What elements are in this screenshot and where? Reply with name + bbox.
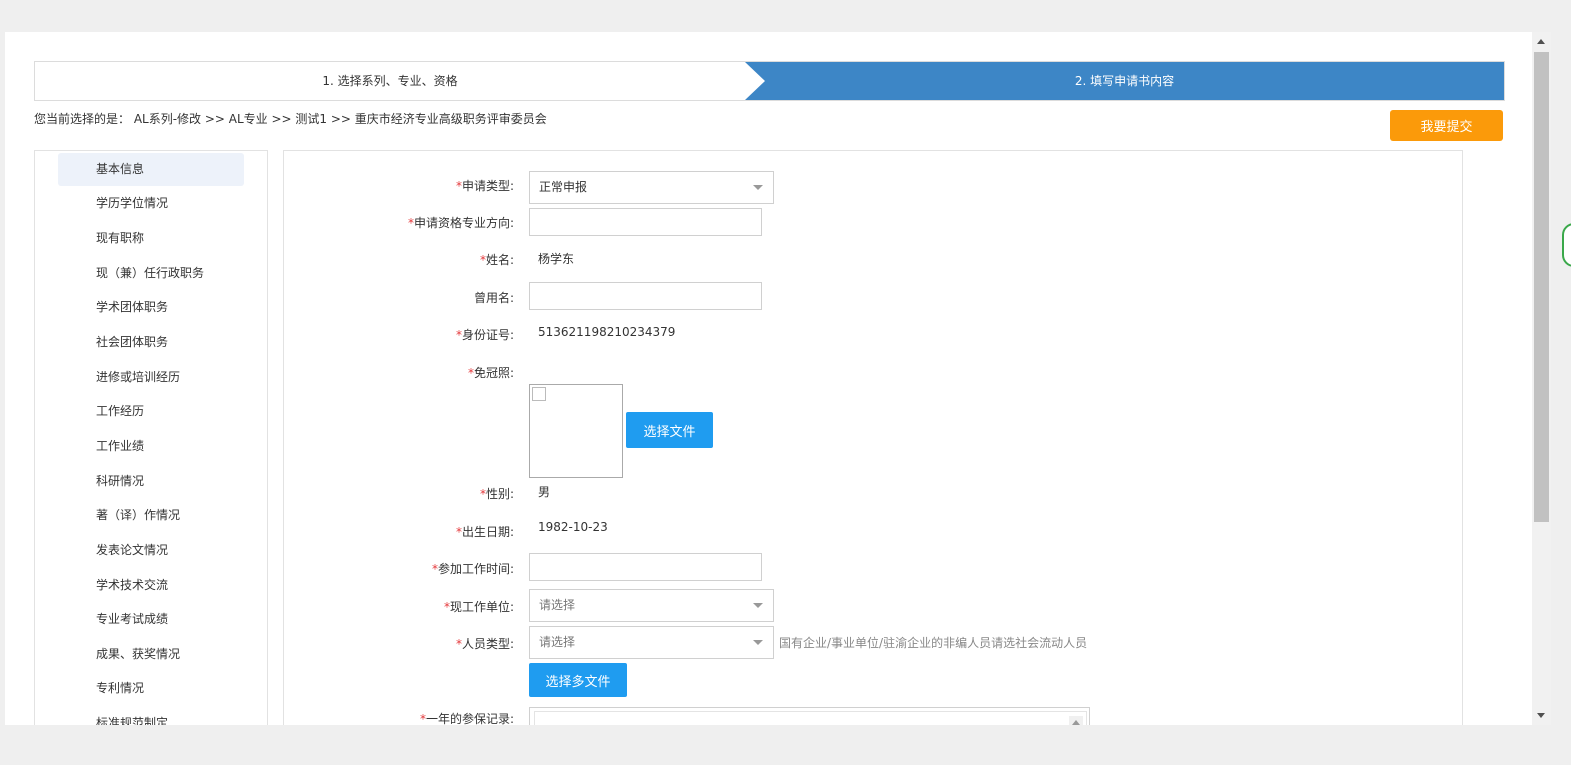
- page: 1. 选择系列、专业、资格 2. 填写申请书内容 您当前选择的是： AL系列-修…: [5, 32, 1532, 725]
- sidebar-item-social-org[interactable]: 社会团体职务: [58, 326, 244, 359]
- work-start-label: *参加工作时间:: [431, 562, 514, 576]
- sidebar-item-current-title[interactable]: 现有职称: [58, 222, 244, 255]
- textarea-inner: [534, 711, 1087, 725]
- sidebar-item-training[interactable]: 进修或培训经历: [58, 361, 244, 394]
- insurance-record-textarea[interactable]: [529, 707, 1090, 725]
- sidebar-item-academic-org[interactable]: 学术团体职务: [58, 291, 244, 324]
- employer-placeholder: 请选择: [539, 598, 576, 612]
- id-number-label: *身份证号:: [455, 328, 514, 342]
- sidebar-item-admin-position[interactable]: 现（兼）任行政职务: [58, 257, 244, 290]
- birth-date-label: *出生日期:: [455, 525, 514, 539]
- sidebar-item-work-achievements[interactable]: 工作业绩: [58, 430, 244, 463]
- id-number-value: 513621198210234379: [538, 325, 676, 339]
- sidebar-item-exchange[interactable]: 学术技术交流: [58, 569, 244, 602]
- scroll-down-arrow-icon[interactable]: [1532, 707, 1551, 725]
- floating-widget-icon[interactable]: [1562, 223, 1571, 267]
- basic-info-form: *申请类型: 正常申报 *申请资格专业方向: *姓名: 杨学东 曾用名: *身份…: [283, 150, 1463, 725]
- sidebar-item-education[interactable]: 学历学位情况: [58, 187, 244, 220]
- choose-multiple-files-button[interactable]: 选择多文件: [529, 663, 627, 697]
- scrollbar-thumb[interactable]: [1534, 52, 1549, 522]
- sidebar-item-research[interactable]: 科研情况: [58, 465, 244, 498]
- sidebar-nav: 基本信息 学历学位情况 现有职称 现（兼）任行政职务 学术团体职务 社会团体职务…: [34, 150, 268, 725]
- employer-select[interactable]: 请选择: [529, 589, 774, 622]
- person-type-label: *人员类型:: [455, 637, 514, 651]
- major-direction-label: *申请资格专业方向:: [407, 216, 514, 230]
- chevron-down-icon: [753, 185, 763, 190]
- broken-image-icon: [532, 387, 546, 401]
- current-selection-breadcrumb: 您当前选择的是： AL系列-修改 >> AL专业 >> 测试1 >> 重庆市经济…: [34, 112, 547, 126]
- sidebar-item-basic-info[interactable]: 基本信息: [58, 153, 244, 186]
- step-indicator: 1. 选择系列、专业、资格 2. 填写申请书内容: [34, 61, 1505, 101]
- employer-label: *现工作单位:: [443, 600, 514, 614]
- step-1: 1. 选择系列、专业、资格: [322, 74, 458, 88]
- former-name-label: 曾用名:: [473, 291, 514, 305]
- sidebar-item-publications[interactable]: 著（译）作情况: [58, 499, 244, 532]
- former-name-input[interactable]: [529, 282, 762, 310]
- submit-button[interactable]: 我要提交: [1390, 110, 1503, 141]
- sidebar-item-exam-scores[interactable]: 专业考试成绩: [58, 603, 244, 636]
- birth-date-value: 1982-10-23: [538, 520, 608, 534]
- sidebar-item-patents[interactable]: 专利情况: [58, 672, 244, 705]
- photo-preview: [529, 384, 623, 478]
- gender-value: 男: [538, 485, 551, 499]
- work-start-input[interactable]: [529, 553, 762, 581]
- apply-type-select[interactable]: 正常申报: [529, 171, 774, 204]
- name-label: *姓名:: [479, 253, 514, 267]
- scroll-up-icon[interactable]: [1069, 716, 1083, 725]
- gender-label: *性别:: [479, 487, 514, 501]
- insurance-record-label: *一年的参保记录:: [419, 712, 514, 725]
- chevron-down-icon: [753, 603, 763, 608]
- choose-file-button[interactable]: 选择文件: [626, 412, 713, 448]
- person-type-placeholder: 请选择: [539, 635, 576, 649]
- step-2-active: 2. 填写申请书内容: [745, 62, 1504, 100]
- chevron-down-icon: [753, 640, 763, 645]
- person-type-hint: 国有企业/事业单位/驻渝企业的非编人员请选社会流动人员: [779, 636, 1088, 650]
- apply-type-label: *申请类型:: [455, 179, 514, 193]
- photo-label: *免冠照:: [467, 366, 514, 380]
- apply-type-value: 正常申报: [539, 180, 588, 194]
- major-direction-input[interactable]: [529, 208, 762, 236]
- scroll-up-arrow-icon[interactable]: [1532, 32, 1551, 50]
- sidebar-item-work-history[interactable]: 工作经历: [58, 395, 244, 428]
- page-scrollbar[interactable]: [1532, 32, 1551, 725]
- sidebar-item-papers[interactable]: 发表论文情况: [58, 534, 244, 567]
- name-value: 杨学东: [538, 252, 575, 266]
- sidebar-item-awards[interactable]: 成果、获奖情况: [58, 638, 244, 671]
- sidebar-item-standards[interactable]: 标准规范制定: [58, 707, 244, 725]
- person-type-select[interactable]: 请选择: [529, 626, 774, 659]
